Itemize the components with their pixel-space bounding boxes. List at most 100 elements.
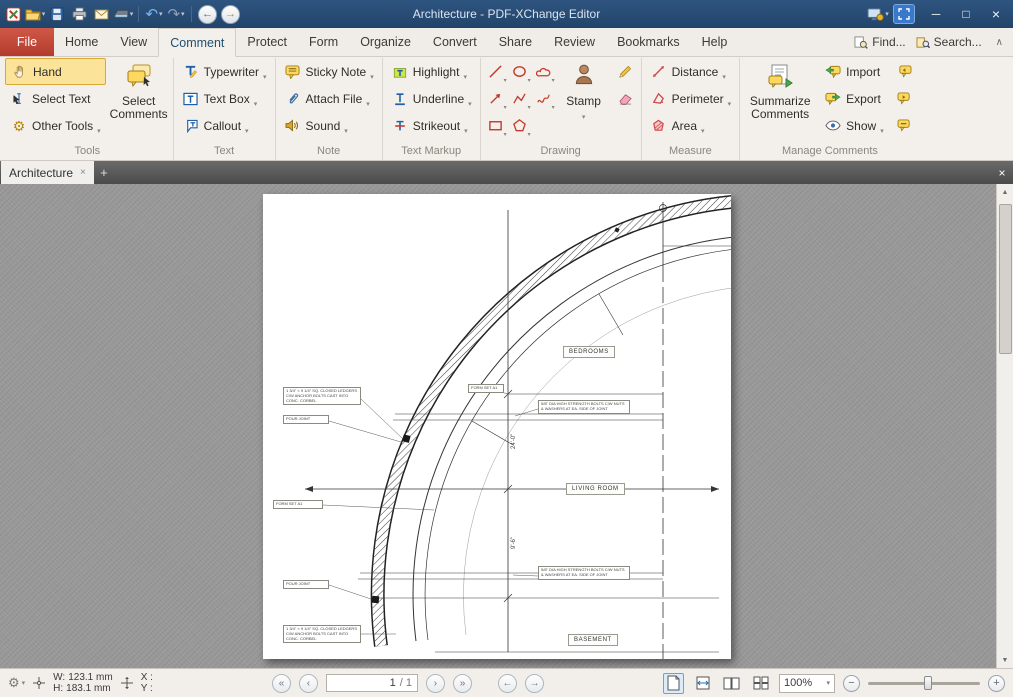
page-number-input[interactable]: 1 / 1: [325, 674, 418, 692]
vertical-scrollbar[interactable]: ▲ ▼: [996, 184, 1013, 668]
perimeter-button[interactable]: Perimeter ▾: [645, 85, 737, 112]
zoom-slider[interactable]: [868, 674, 981, 692]
export-comments-button[interactable]: Export: [819, 85, 889, 112]
tab-help[interactable]: Help: [691, 28, 739, 56]
search-button[interactable]: Search...: [916, 35, 982, 49]
ui-options-button[interactable]: ▾: [867, 2, 889, 26]
zoom-level-select[interactable]: 100% ▾: [779, 673, 836, 693]
line-tool-button[interactable]: ▾: [484, 58, 508, 85]
pencil-tool-button[interactable]: [614, 58, 638, 85]
maximize-button[interactable]: □: [951, 1, 981, 27]
collapse-ribbon-button[interactable]: ∧: [992, 37, 1007, 48]
tab-file[interactable]: File: [0, 28, 54, 56]
new-tab-button[interactable]: +: [94, 161, 114, 184]
typewriter-button[interactable]: Typewriter ▾: [177, 58, 272, 85]
save-button[interactable]: [46, 2, 68, 26]
zoom-in-button[interactable]: +: [988, 674, 1006, 692]
previous-page-button[interactable]: ‹: [298, 673, 318, 693]
previous-comment-button[interactable]: [893, 58, 917, 85]
tab-comment[interactable]: Comment: [158, 28, 237, 57]
oval-tool-button[interactable]: ▾: [508, 58, 532, 85]
hand-tool-button[interactable]: Hand: [5, 58, 106, 85]
fullscreen-icon: [898, 8, 910, 20]
rectangle-tool-button[interactable]: ▾: [484, 112, 508, 139]
tab-bookmarks[interactable]: Bookmarks: [606, 28, 691, 56]
other-tools-button[interactable]: ⚙ Other Tools ▾: [5, 112, 106, 139]
scroll-up-icon[interactable]: ▲: [997, 184, 1013, 200]
redo-button[interactable]: ↷ ▾: [165, 2, 187, 26]
close-tab-icon[interactable]: ×: [80, 167, 86, 178]
polyline-tool-button[interactable]: ▾: [508, 85, 532, 112]
select-comments-button[interactable]: Select Comments: [108, 58, 170, 121]
distance-button[interactable]: Distance ▾: [645, 58, 737, 85]
highlight-button[interactable]: Highlight ▾: [386, 58, 477, 85]
tab-home[interactable]: Home: [54, 28, 109, 56]
two-page-view-button[interactable]: [721, 673, 742, 694]
polygon-tool-button[interactable]: ▾: [508, 112, 532, 139]
show-comments-button[interactable]: Show ▾: [819, 112, 889, 139]
find-button[interactable]: Find...: [854, 35, 906, 49]
tab-protect[interactable]: Protect: [236, 28, 298, 56]
callout-button[interactable]: Callout ▾: [177, 112, 272, 139]
close-button[interactable]: ×: [981, 1, 1011, 27]
eraser-tool-button[interactable]: [614, 85, 638, 112]
import-comments-button[interactable]: Import: [819, 58, 889, 85]
fullscreen-button[interactable]: [893, 4, 915, 24]
scrollbar-thumb[interactable]: [998, 204, 1012, 354]
minimize-button[interactable]: ─: [921, 1, 951, 27]
position-readout: X : Y :: [141, 672, 153, 694]
tab-form[interactable]: Form: [298, 28, 349, 56]
document-page[interactable]: 24'-0" 9'-6" BEDROOMS LIVING ROOM BASEME…: [263, 194, 731, 659]
tab-organize[interactable]: Organize: [349, 28, 422, 56]
chevron-down-icon: ▾: [551, 78, 555, 84]
paperclip-icon: [284, 92, 302, 106]
select-text-button[interactable]: Select Text: [5, 85, 106, 112]
zoom-slider-thumb[interactable]: [924, 676, 933, 690]
view-forward-button[interactable]: →: [524, 673, 544, 693]
scroll-down-icon[interactable]: ▼: [997, 652, 1013, 668]
multi-page-view-button[interactable]: [750, 673, 771, 694]
underline-button[interactable]: Underline ▾: [386, 85, 477, 112]
print-button[interactable]: [68, 2, 90, 26]
history-back-button[interactable]: ←: [198, 4, 217, 24]
attach-file-button[interactable]: Attach File ▾: [279, 85, 379, 112]
scan-button[interactable]: ▾: [112, 2, 134, 26]
sound-button[interactable]: Sound ▾: [279, 112, 379, 139]
history-forward-button[interactable]: →: [221, 4, 240, 24]
tab-view[interactable]: View: [109, 28, 158, 56]
document-tab-architecture[interactable]: Architecture ×: [1, 161, 94, 184]
fit-width-view-button[interactable]: [692, 673, 713, 694]
show-label: Show: [846, 118, 877, 133]
arrow-tool-button[interactable]: ▾: [484, 85, 508, 112]
print-icon: [72, 7, 86, 21]
cloud-tool-button[interactable]: ▾: [532, 58, 556, 85]
scrollbar-track[interactable]: [997, 200, 1013, 652]
undo-button[interactable]: ↶ ▾: [143, 2, 165, 26]
first-page-button[interactable]: «: [271, 673, 291, 693]
area-button[interactable]: Area ▾: [645, 112, 737, 139]
status-options-button[interactable]: ⚙ ▾: [8, 675, 25, 691]
last-page-button[interactable]: »: [452, 673, 472, 693]
tab-convert[interactable]: Convert: [422, 28, 488, 56]
tab-share[interactable]: Share: [488, 28, 543, 56]
tab-review[interactable]: Review: [543, 28, 606, 56]
summarize-comments-button[interactable]: Summarize Comments: [743, 58, 817, 121]
strikeout-button[interactable]: Strikeout ▾: [386, 112, 477, 139]
text-box-button[interactable]: Text Box ▾: [177, 85, 272, 112]
sticky-note-button[interactable]: Sticky Note ▾: [279, 58, 379, 85]
comment-styles-button[interactable]: [893, 112, 917, 139]
single-page-view-button[interactable]: [663, 672, 685, 694]
close-document-button[interactable]: ×: [991, 161, 1013, 184]
open-file-button[interactable]: ▾: [24, 2, 46, 26]
zoom-out-button[interactable]: −: [843, 674, 861, 692]
chevron-down-icon: ▾: [253, 101, 258, 108]
group-tools: Hand Select Text ⚙ Other Tools ▾ Select …: [2, 58, 173, 160]
next-page-button[interactable]: ›: [425, 673, 445, 693]
view-back-button[interactable]: ←: [497, 673, 517, 693]
chevron-down-icon: ▾: [159, 11, 163, 18]
email-button[interactable]: [90, 2, 112, 26]
stamp-button[interactable]: Stamp ▾: [558, 58, 610, 124]
freehand-tool-button[interactable]: ▾: [532, 85, 556, 112]
next-comment-button[interactable]: [893, 85, 917, 112]
y-label: Y :: [140, 683, 153, 694]
